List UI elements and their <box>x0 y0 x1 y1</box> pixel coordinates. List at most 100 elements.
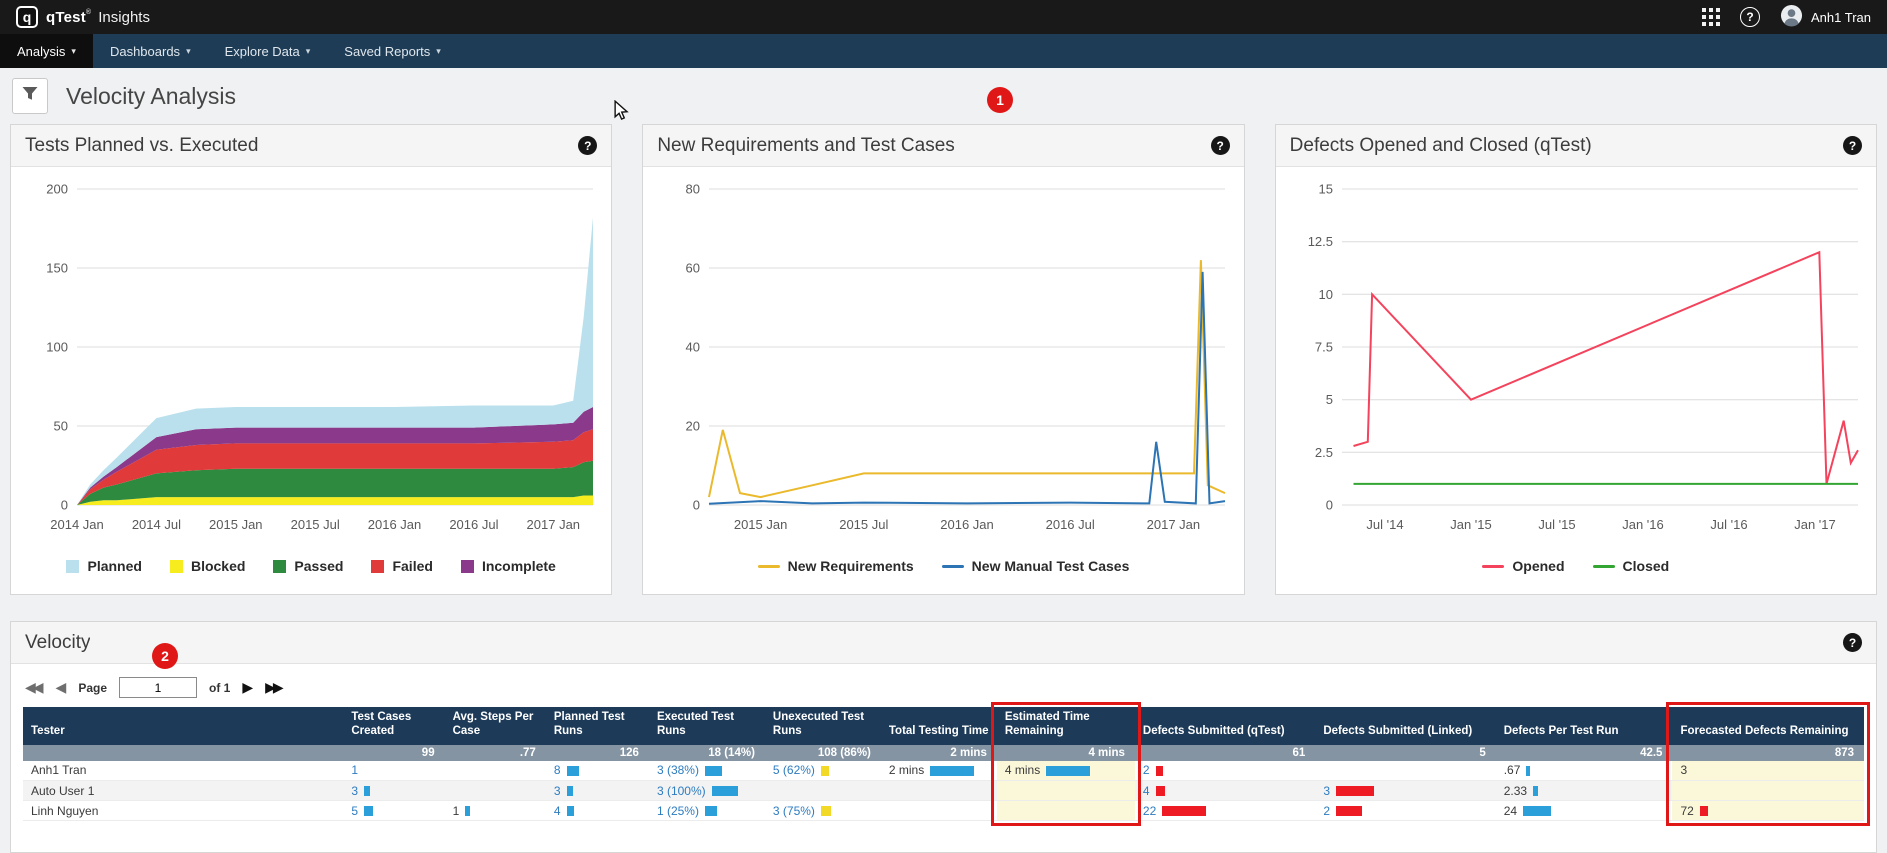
legend-label: New Requirements <box>788 558 914 574</box>
help-icon[interactable]: ? <box>1843 136 1862 155</box>
svg-text:0: 0 <box>1325 498 1332 513</box>
table-row: Linh Nguyen5141 (25%)3 (75%)2222472 <box>23 801 1864 821</box>
cell-def_linked <box>1315 761 1495 781</box>
col-header-avg[interactable]: Avg. Steps Per Case <box>445 707 546 745</box>
col-summary-tcc: 99 <box>343 745 444 761</box>
tester-name: Anh1 Tran <box>23 761 343 781</box>
product-name: Insights <box>98 9 150 26</box>
nav-item-analysis[interactable]: Analysis▾ <box>0 34 93 68</box>
legend-item: Failed <box>371 558 432 574</box>
help-icon[interactable]: ? <box>578 136 597 155</box>
legend-label: Blocked <box>191 558 245 574</box>
panel-title: Defects Opened and Closed (qTest) <box>1290 135 1592 157</box>
cell-est_remaining <box>997 801 1135 821</box>
cell-link[interactable]: 1 <box>351 763 358 777</box>
col-summary-avg: .77 <box>445 745 546 761</box>
cell-link[interactable]: 22 <box>1143 804 1156 818</box>
cell-link[interactable]: 8 <box>554 763 561 777</box>
col-header-forecast[interactable]: Forecasted Defects Remaining <box>1672 707 1864 745</box>
col-header-tester[interactable]: Tester <box>23 707 343 745</box>
col-header-def_linked[interactable]: Defects Submitted (Linked) <box>1315 707 1495 745</box>
value-bar <box>1156 786 1165 796</box>
svg-text:7.5: 7.5 <box>1315 340 1333 355</box>
cell-def_per_run: .67 <box>1496 761 1673 781</box>
last-page-button[interactable]: ▶▶ <box>265 679 284 696</box>
prev-page-button[interactable]: ◀ <box>56 679 67 696</box>
col-header-def_per_run[interactable]: Defects Per Test Run <box>1496 707 1673 745</box>
legend-swatch-icon <box>170 560 183 573</box>
legend-swatch-icon <box>461 560 474 573</box>
help-icon[interactable]: ? <box>1740 7 1760 27</box>
cell-unexecuted: 5 (62%) <box>765 761 881 781</box>
line-chart[interactable]: 0204060802015 Jan2015 Jul2016 Jan2016 Ju… <box>647 169 1239 541</box>
chart-panels-row: Tests Planned vs. Executed ? 05010015020… <box>0 124 1887 595</box>
svg-text:60: 60 <box>686 261 700 276</box>
cell-tcc: 1 <box>343 761 444 781</box>
help-icon[interactable]: ? <box>1843 633 1862 652</box>
col-header-total_time[interactable]: Total Testing Time <box>881 707 997 745</box>
svg-text:2014 Jan: 2014 Jan <box>50 517 104 532</box>
cell-link[interactable]: 3 <box>554 784 561 798</box>
cell-link[interactable]: 3 <box>1323 784 1330 798</box>
cell-forecast <box>1672 781 1864 801</box>
cell-link[interactable]: 4 <box>1143 784 1150 798</box>
cell-tcc: 5 <box>343 801 444 821</box>
panel-header: New Requirements and Test Cases ? <box>643 125 1243 167</box>
page-input[interactable] <box>119 677 197 698</box>
value-bar <box>1156 766 1163 776</box>
col-header-def_qtest[interactable]: Defects Submitted (qTest) <box>1135 707 1315 745</box>
col-summary-def_qtest: 61 <box>1135 745 1315 761</box>
cell-link[interactable]: 3 (100%) <box>657 784 706 798</box>
nav-item-dashboards[interactable]: Dashboards▾ <box>93 34 208 68</box>
page-of-label: of 1 <box>209 681 230 695</box>
brand: q qTest® Insights <box>16 6 150 28</box>
qtest-logo-icon: q <box>16 6 38 28</box>
apps-grid-icon[interactable] <box>1702 8 1720 26</box>
user-menu[interactable]: Anh1 Tran <box>1780 4 1871 30</box>
cell-link[interactable]: 3 <box>351 784 358 798</box>
legend-item: Blocked <box>170 558 245 574</box>
legend-label: Incomplete <box>482 558 556 574</box>
chart-legend: OpenedClosed <box>1280 541 1872 591</box>
svg-text:Jan '17: Jan '17 <box>1794 517 1836 532</box>
legend-item: Passed <box>273 558 343 574</box>
legend-swatch-icon <box>758 565 780 568</box>
cell-value: 2.33 <box>1504 784 1527 798</box>
cell-value: 4 mins <box>1005 763 1040 777</box>
nav-item-saved-reports[interactable]: Saved Reports▾ <box>327 34 458 68</box>
filter-button[interactable] <box>12 78 48 114</box>
col-header-tcc[interactable]: Test Cases Created <box>343 707 444 745</box>
cell-link[interactable]: 2 <box>1323 804 1330 818</box>
panel-header: Velocity ? <box>11 622 1876 664</box>
cell-link[interactable]: 5 <box>351 804 358 818</box>
nav-item-label: Dashboards <box>110 44 180 59</box>
velocity-panel: Velocity ? ◀◀ ◀ Page of 1 ▶ ▶▶ TesterTes… <box>10 621 1877 853</box>
topbar-right: ? Anh1 Tran <box>1702 4 1871 30</box>
col-header-planned[interactable]: Planned Test Runs <box>546 707 649 745</box>
first-page-button[interactable]: ◀◀ <box>25 679 44 696</box>
table-row: Anh1 Tran 1 8 3 (38%) 5 (62%) 2 mins 4 mins 2 .6… <box>23 761 1864 781</box>
cell-executed: 3 (100%) <box>649 781 765 801</box>
cell-link[interactable]: 3 (38%) <box>657 763 699 777</box>
cell-link[interactable]: 4 <box>554 804 561 818</box>
col-header-unexecuted[interactable]: Unexecuted Test Runs <box>765 707 881 745</box>
legend-item: New Requirements <box>758 558 914 574</box>
svg-text:2016 Jan: 2016 Jan <box>941 517 995 532</box>
svg-text:0: 0 <box>693 498 700 513</box>
nav-item-explore-data[interactable]: Explore Data▾ <box>208 34 328 68</box>
col-header-executed[interactable]: Executed Test Runs <box>649 707 765 745</box>
svg-text:2.5: 2.5 <box>1315 445 1333 460</box>
filter-icon <box>22 86 38 106</box>
help-icon[interactable]: ? <box>1211 136 1230 155</box>
cell-link[interactable]: 5 (62%) <box>773 763 815 777</box>
next-page-button[interactable]: ▶ <box>242 679 253 696</box>
stacked-area-chart[interactable]: 0501001502002014 Jan2014 Jul2015 Jan2015… <box>15 169 607 541</box>
cell-total_time: 2 mins <box>881 761 997 781</box>
cell-link[interactable]: 1 (25%) <box>657 804 699 818</box>
cell-link[interactable]: 3 (75%) <box>773 804 815 818</box>
col-header-est_remaining[interactable]: Estimated Time Remaining <box>997 707 1135 745</box>
value-bar <box>1336 786 1374 796</box>
line-chart[interactable]: 02.557.51012.515Jul '14Jan '15Jul '15Jan… <box>1280 169 1872 541</box>
cell-value: 3 <box>1680 763 1687 777</box>
cell-link[interactable]: 2 <box>1143 763 1150 777</box>
